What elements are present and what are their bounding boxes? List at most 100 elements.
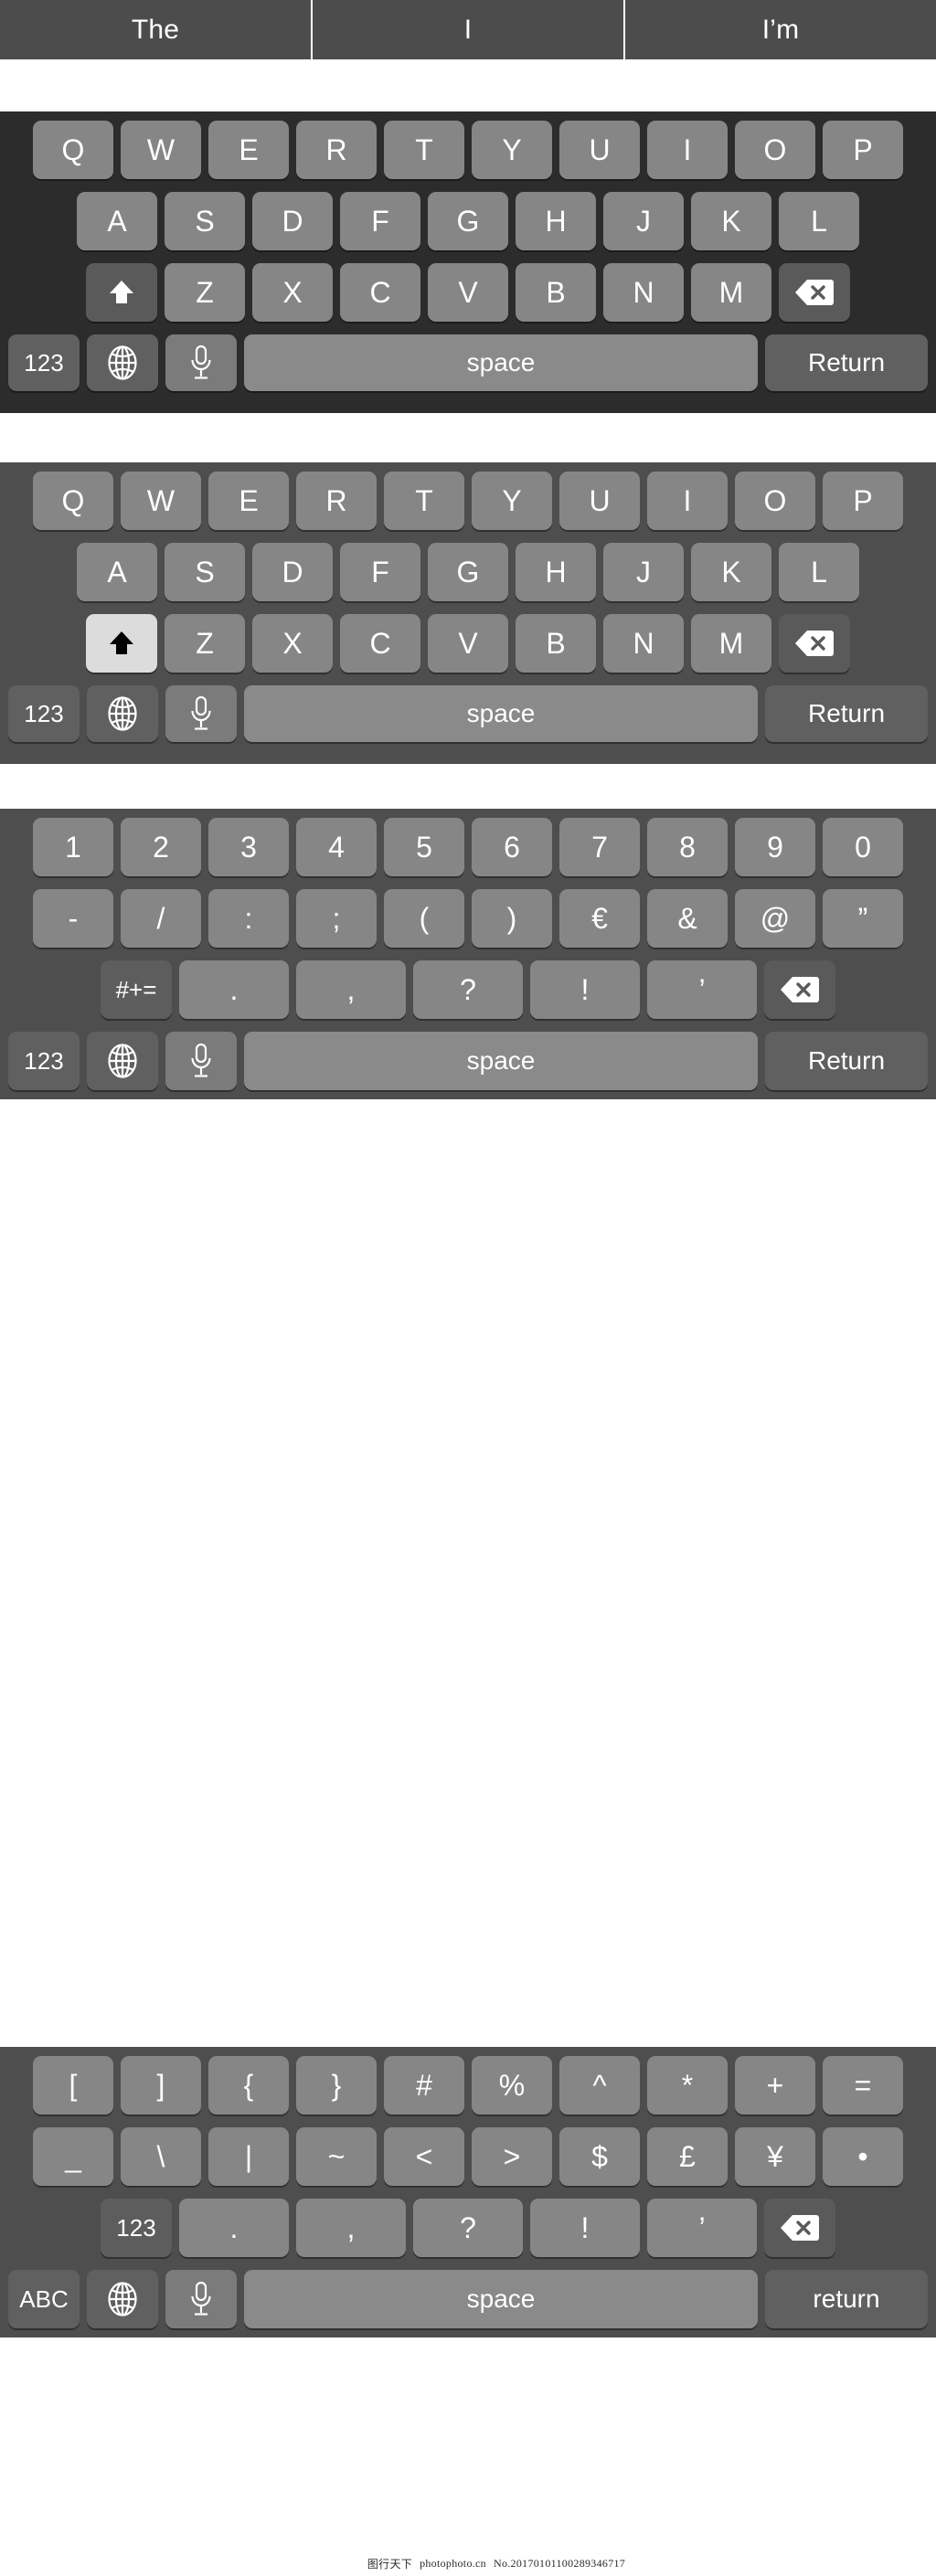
key-question[interactable]: ? <box>413 960 523 1019</box>
key-2[interactable]: 2 <box>121 818 201 876</box>
key-u[interactable]: U <box>559 472 640 530</box>
space-key[interactable]: space <box>244 685 758 742</box>
key-v[interactable]: V <box>428 614 508 673</box>
key-o[interactable]: O <box>735 121 815 179</box>
dictation-key[interactable] <box>165 334 237 391</box>
key-paren-open[interactable]: ( <box>384 889 464 948</box>
dictation-key[interactable] <box>165 2270 237 2328</box>
key-d[interactable]: D <box>252 192 333 250</box>
key-g[interactable]: G <box>428 543 508 601</box>
key-quote[interactable]: ” <box>823 889 903 948</box>
alt-numeric-key[interactable]: 123 <box>101 2199 172 2257</box>
space-key[interactable]: space <box>244 334 758 391</box>
key-slash[interactable]: / <box>121 889 201 948</box>
key-8[interactable]: 8 <box>647 818 728 876</box>
globe-key[interactable] <box>87 1032 158 1090</box>
key-7[interactable]: 7 <box>559 818 640 876</box>
key-c[interactable]: C <box>340 263 420 322</box>
key-asterisk[interactable]: * <box>647 2056 728 2115</box>
key-y[interactable]: Y <box>472 472 552 530</box>
key-ampersand[interactable]: & <box>647 889 728 948</box>
key-caret[interactable]: ^ <box>559 2056 640 2115</box>
key-brace-open[interactable]: { <box>208 2056 289 2115</box>
key-comma[interactable]: , <box>296 2199 406 2257</box>
key-question[interactable]: ? <box>413 2199 523 2257</box>
key-w[interactable]: W <box>121 472 201 530</box>
backspace-key[interactable] <box>764 960 835 1019</box>
key-a[interactable]: A <box>77 192 157 250</box>
suggestion-item-1[interactable]: The <box>0 0 311 59</box>
key-period[interactable]: . <box>179 2199 289 2257</box>
key-c[interactable]: C <box>340 614 420 673</box>
key-pound[interactable]: £ <box>647 2127 728 2186</box>
key-brace-close[interactable]: } <box>296 2056 377 2115</box>
key-3[interactable]: 3 <box>208 818 289 876</box>
key-paren-close[interactable]: ) <box>472 889 552 948</box>
key-equals[interactable]: = <box>823 2056 903 2115</box>
key-d[interactable]: D <box>252 543 333 601</box>
dictation-key[interactable] <box>165 685 237 742</box>
key-pipe[interactable]: | <box>208 2127 289 2186</box>
key-yen[interactable]: ¥ <box>735 2127 815 2186</box>
key-plus[interactable]: + <box>735 2056 815 2115</box>
backspace-key[interactable] <box>764 2199 835 2257</box>
return-key[interactable]: return <box>765 2270 928 2328</box>
key-exclamation[interactable]: ! <box>530 2199 640 2257</box>
key-t[interactable]: T <box>384 121 464 179</box>
key-f[interactable]: F <box>340 192 420 250</box>
key-apostrophe[interactable]: ’ <box>647 960 757 1019</box>
key-e[interactable]: E <box>208 472 289 530</box>
key-4[interactable]: 4 <box>296 818 377 876</box>
key-s[interactable]: S <box>165 192 245 250</box>
key-percent[interactable]: % <box>472 2056 552 2115</box>
key-bullet[interactable]: • <box>823 2127 903 2186</box>
key-bracket-open[interactable]: [ <box>33 2056 113 2115</box>
suggestion-item-3[interactable]: I’m <box>623 0 936 59</box>
key-q[interactable]: Q <box>33 121 113 179</box>
key-exclamation[interactable]: ! <box>530 960 640 1019</box>
key-p[interactable]: P <box>823 121 903 179</box>
key-comma[interactable]: , <box>296 960 406 1019</box>
key-t[interactable]: T <box>384 472 464 530</box>
key-z[interactable]: Z <box>165 263 245 322</box>
key-n[interactable]: N <box>603 614 684 673</box>
key-z[interactable]: Z <box>165 614 245 673</box>
key-6[interactable]: 6 <box>472 818 552 876</box>
key-dollar[interactable]: $ <box>559 2127 640 2186</box>
dictation-key[interactable] <box>165 1032 237 1090</box>
key-m[interactable]: M <box>691 263 771 322</box>
key-b[interactable]: B <box>516 263 596 322</box>
key-f[interactable]: F <box>340 543 420 601</box>
suggestion-item-2[interactable]: I <box>311 0 623 59</box>
globe-key[interactable] <box>87 334 158 391</box>
backspace-key[interactable] <box>779 263 850 322</box>
numeric-mode-key[interactable]: 123 <box>8 1032 80 1090</box>
globe-key[interactable] <box>87 2270 158 2328</box>
key-b[interactable]: B <box>516 614 596 673</box>
alphabet-mode-key[interactable]: ABC <box>8 2270 80 2328</box>
space-key[interactable]: space <box>244 1032 758 1090</box>
key-greater-than[interactable]: > <box>472 2127 552 2186</box>
key-1[interactable]: 1 <box>33 818 113 876</box>
return-key[interactable]: Return <box>765 685 928 742</box>
key-v[interactable]: V <box>428 263 508 322</box>
key-0[interactable]: 0 <box>823 818 903 876</box>
key-l[interactable]: L <box>779 543 859 601</box>
key-x[interactable]: X <box>252 263 333 322</box>
key-i[interactable]: I <box>647 121 728 179</box>
key-g[interactable]: G <box>428 192 508 250</box>
alt-symbols-key[interactable]: #+= <box>101 960 172 1019</box>
key-i[interactable]: I <box>647 472 728 530</box>
key-underscore[interactable]: _ <box>33 2127 113 2186</box>
key-s[interactable]: S <box>165 543 245 601</box>
key-u[interactable]: U <box>559 121 640 179</box>
key-k[interactable]: K <box>691 543 771 601</box>
key-period[interactable]: . <box>179 960 289 1019</box>
key-r[interactable]: R <box>296 472 377 530</box>
key-less-than[interactable]: < <box>384 2127 464 2186</box>
key-bracket-close[interactable]: ] <box>121 2056 201 2115</box>
key-euro[interactable]: € <box>559 889 640 948</box>
shift-key[interactable] <box>86 263 157 322</box>
globe-key[interactable] <box>87 685 158 742</box>
key-j[interactable]: J <box>603 192 684 250</box>
